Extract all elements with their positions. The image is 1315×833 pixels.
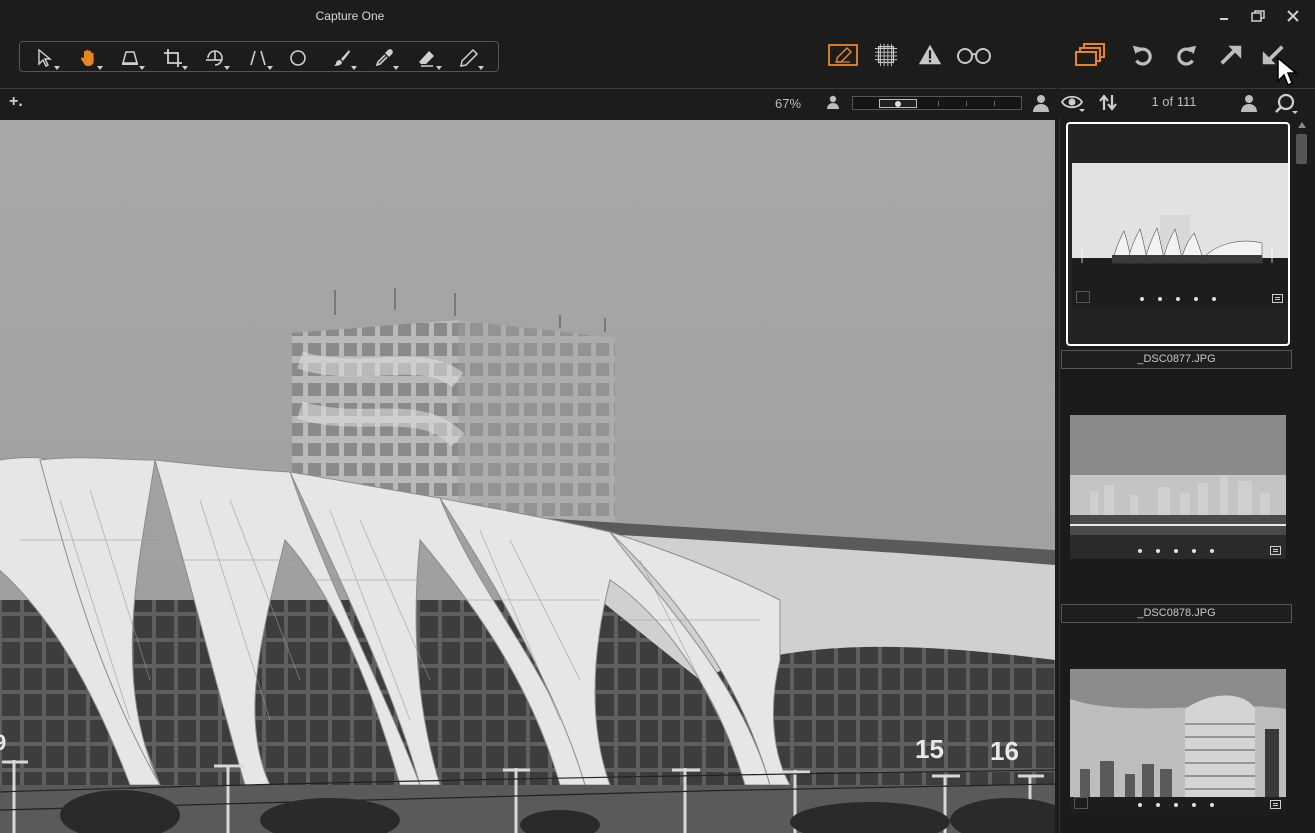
keystone-tool-button[interactable] [113,47,147,70]
rating-dots[interactable] [1138,549,1214,553]
add-adjustment-button[interactable]: +. [9,93,23,111]
user-icon[interactable] [1032,94,1050,112]
window-title: Capture One [315,9,385,23]
undo-icon [1132,45,1152,66]
thumbnail-frame[interactable] [1066,374,1290,598]
rating-dots[interactable] [1138,803,1214,807]
edit-overlay-button[interactable] [828,42,858,68]
circle-icon [290,50,306,66]
redo-button[interactable] [1172,42,1200,68]
keystone-icon [122,51,138,65]
scroll-up-icon[interactable] [1298,122,1306,128]
export-icon [1220,45,1242,65]
image-browser [1059,118,1315,833]
brush-icon [334,50,350,66]
eye-icon[interactable] [1061,93,1085,113]
proof-button[interactable] [955,42,993,68]
brush-tool-button[interactable] [325,47,359,70]
thumbnail-image [1072,163,1288,307]
eraser-icon [419,51,434,67]
metadata-icon [1272,294,1283,303]
thumbnail-frame[interactable] [1066,628,1290,833]
eraser-tool-button[interactable] [410,47,444,70]
rating-dots[interactable] [1140,297,1216,301]
sort-icon[interactable] [1099,94,1117,111]
person-icon [827,95,839,109]
metadata-icon [1270,800,1281,809]
crop-tool-button[interactable] [156,47,190,70]
zoom-level: 67% [775,96,802,111]
export-button[interactable] [1217,42,1245,68]
pan-tool-button[interactable] [71,47,105,70]
color-picker-tool-button[interactable] [367,47,401,70]
crop-indicator-icon [1074,797,1088,809]
pencil-icon [460,48,479,67]
thumbnail-filename[interactable]: _DSC0878.JPG [1061,604,1292,623]
search-icon[interactable] [1274,93,1298,115]
thumbnail-filename[interactable]: _DSC0877.JPG [1061,350,1292,369]
title-bar: Capture One [0,0,1315,34]
mouse-cursor-icon [1277,56,1299,87]
photo-number-side: 9 [0,730,6,755]
minimize-icon [1220,18,1228,20]
browser-scrollbar[interactable] [1295,120,1309,833]
stack-icon [1075,43,1105,66]
perspective-lines-icon [250,50,266,66]
minimize-button[interactable] [1214,7,1234,25]
spot-removal-tool-button[interactable] [281,47,315,69]
edit-overlay-icon [828,44,858,66]
perspective-tool-button[interactable] [241,47,275,70]
close-button[interactable] [1283,7,1303,25]
cursor-arrow-icon [38,48,52,67]
viewer-photo: 15 16 9 [0,120,1055,833]
crop-icon [164,49,182,67]
exposure-warning-icon [918,44,942,65]
proof-glasses-icon [957,48,991,64]
grid-button[interactable] [872,42,900,68]
zoom-slider[interactable] [852,96,1022,110]
restore-button[interactable] [1248,7,1268,25]
rotate-tool-button[interactable] [198,47,232,70]
image-counter: 1 of 111 [1151,94,1197,109]
cursor-tools-group [19,41,499,72]
viewer-header: +. 67% [0,88,1057,116]
metadata-icon [1270,546,1281,555]
user-filter-icon[interactable] [1240,94,1258,112]
undo-button[interactable] [1129,42,1157,68]
hand-icon [80,49,94,66]
stack-button[interactable] [1074,42,1106,68]
eyedropper-icon [375,49,393,67]
scrollbar-thumb[interactable] [1296,134,1307,164]
main-toolbar [0,34,1315,86]
grid-icon [874,43,898,67]
restore-icon [1251,10,1265,22]
capture-one-window: Capture One +. 67% 15 16 9 1 of 111 _DSC… [0,0,1315,833]
rotate-straighten-icon [206,50,223,66]
close-icon [1287,10,1299,22]
select-tool-button[interactable] [28,47,62,70]
annotate-tool-button[interactable] [452,47,486,70]
photo-number-15: 15 [915,734,944,764]
image-viewer[interactable]: 15 16 9 [0,120,1055,833]
photo-number-16: 16 [990,736,1019,766]
zoom-slider-handle[interactable] [879,99,917,108]
redo-icon [1177,45,1197,66]
crop-indicator-icon [1076,291,1090,303]
thumbnail-image [1070,669,1286,813]
thumbnail-frame-selected[interactable] [1066,122,1290,346]
exposure-warning-button[interactable] [916,42,944,68]
thumbnail-image [1070,415,1286,559]
